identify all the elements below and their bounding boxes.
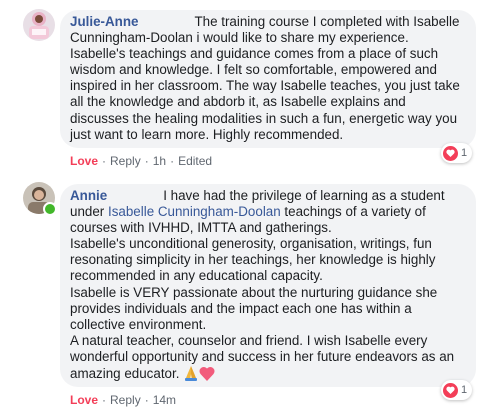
reaction-summary[interactable]: 1 [441, 380, 473, 400]
online-status-icon [43, 202, 57, 216]
reply-link[interactable]: Reply [110, 393, 141, 407]
reaction-count: 1 [461, 384, 468, 396]
heart-icon [443, 145, 458, 161]
comment-actions: Love · Reply · 1h · Edited [70, 154, 212, 168]
comment-bubble: Annie I have had the privilege of learnin… [60, 184, 476, 387]
reply-link[interactable]: Reply [110, 154, 141, 168]
edited-label[interactable]: Edited [178, 154, 212, 168]
reaction-count: 1 [461, 147, 468, 159]
comment-text: The training course I completed with Isa… [70, 14, 460, 142]
comment-paragraph: Isabelle is VERY passionate about the nu… [70, 284, 438, 332]
heart-icon [199, 366, 215, 385]
comment-text: A natural teacher, counselor and friend.… [70, 332, 455, 382]
avatar[interactable] [23, 9, 55, 41]
love-reaction-link[interactable]: Love [70, 154, 98, 168]
separator: · [102, 393, 107, 407]
timestamp[interactable]: 1h [153, 154, 166, 168]
author-name[interactable]: Annie [70, 188, 107, 203]
comment-paragraph: A natural teacher, counselor and friend.… [70, 333, 466, 385]
heart-icon [443, 382, 458, 398]
comment-bubble: Julie-Anne The training course I complete… [60, 10, 476, 148]
separator: · [144, 154, 149, 168]
separator: · [144, 393, 149, 407]
comment-body: Julie-Anne The training course I complete… [70, 14, 466, 143]
mention-link[interactable]: Isabelle Cunningham-Doolan [108, 204, 281, 219]
love-reaction-link[interactable]: Love [70, 393, 98, 407]
comment-actions: Love · Reply · 14m [70, 393, 176, 407]
praying-hands-icon [183, 365, 199, 385]
separator: · [170, 154, 175, 168]
comment-body: Annie I have had the privilege of learnin… [70, 188, 466, 236]
comment-paragraph: Isabelle's unconditional generosity, org… [70, 236, 436, 284]
separator: · [102, 154, 107, 168]
reaction-summary[interactable]: 1 [441, 143, 473, 163]
author-name[interactable]: Julie-Anne [70, 14, 138, 29]
timestamp[interactable]: 14m [153, 393, 176, 407]
